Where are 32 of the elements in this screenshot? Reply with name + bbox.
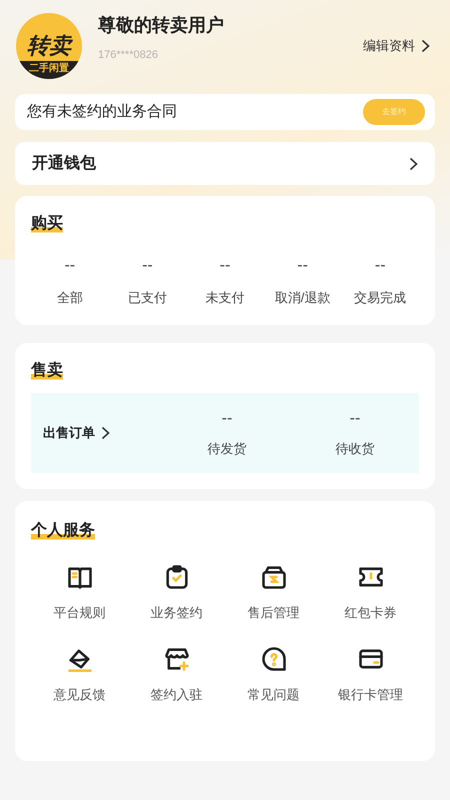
order-count: -- bbox=[350, 409, 360, 430]
order-count: -- bbox=[64, 256, 76, 276]
sales-orders-link[interactable]: 出售订单 bbox=[43, 423, 163, 443]
order-count: -- bbox=[297, 256, 308, 276]
service-item[interactable]: 业务签约 bbox=[128, 563, 225, 622]
service-item[interactable]: 意见反馈 bbox=[31, 644, 128, 704]
contract-notice: 您有未签约的业务合同 bbox=[27, 102, 177, 122]
order-status-link[interactable]: 已支付 bbox=[128, 288, 167, 308]
phone-number: 176****0826 bbox=[98, 48, 159, 63]
chevron-right-icon bbox=[101, 426, 110, 440]
service-item[interactable]: 红包卡券 bbox=[322, 563, 419, 622]
order-status-link[interactable]: 全部 bbox=[56, 288, 83, 308]
order-status-link[interactable]: 取消/退款 bbox=[274, 288, 330, 308]
order-count: -- bbox=[374, 256, 386, 276]
chevron-right-icon bbox=[421, 39, 430, 53]
order-count: -- bbox=[142, 256, 153, 276]
edit-profile-link[interactable]: 编辑资料 bbox=[363, 36, 430, 56]
order-count: -- bbox=[220, 256, 230, 276]
service-item[interactable]: 签约入驻 bbox=[128, 644, 225, 704]
order-status-link[interactable]: 未支付 bbox=[205, 288, 244, 308]
order-status-link[interactable]: 交易完成 bbox=[354, 288, 406, 308]
order-status-link[interactable]: 待发货 bbox=[208, 439, 246, 459]
wallet-row[interactable]: 开通钱包 bbox=[15, 142, 435, 185]
service-item[interactable]: 银行卡管理 bbox=[322, 644, 419, 704]
question-icon bbox=[260, 644, 288, 672]
order-count: -- bbox=[222, 409, 232, 430]
chevron-right-icon bbox=[409, 156, 418, 170]
service-item[interactable]: 平台规则 bbox=[31, 563, 128, 622]
order-status-link[interactable]: 待收货 bbox=[336, 439, 374, 459]
user-name: 尊敬的转卖用户 bbox=[98, 14, 225, 37]
service-item[interactable]: 售后管理 bbox=[225, 563, 322, 622]
service-item[interactable]: 常见问题 bbox=[225, 644, 322, 704]
